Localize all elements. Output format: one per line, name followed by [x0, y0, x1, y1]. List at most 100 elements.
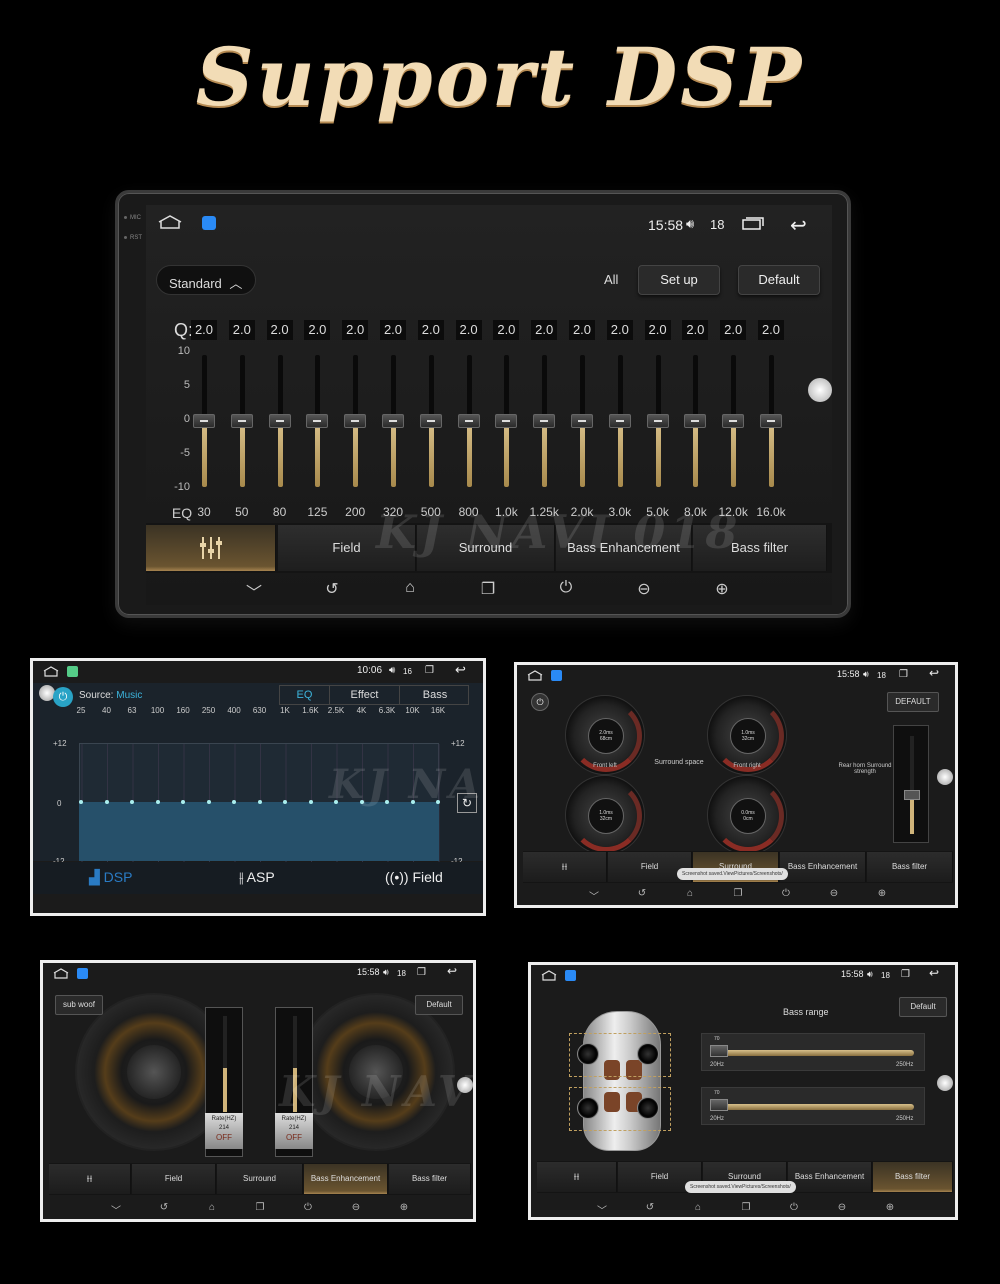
dial-rear-right[interactable]: 0.0ms 0cm: [707, 775, 787, 855]
tab-bass-filter[interactable]: Bass filter: [867, 852, 953, 882]
volume-icon[interactable]: 🔊︎: [383, 967, 389, 978]
floating-ball[interactable]: [808, 378, 832, 402]
eq-point[interactable]: [206, 800, 211, 804]
power-icon[interactable]: ⏻: [53, 687, 73, 707]
back-icon[interactable]: ↺: [643, 1202, 657, 1213]
volume-down-icon[interactable]: ⊖: [349, 1202, 363, 1213]
power-icon[interactable]: ⏻: [787, 1202, 801, 1213]
eq-slider-knob[interactable]: [684, 414, 707, 428]
volume-up-icon[interactable]: ⊕: [883, 1202, 897, 1213]
back-icon[interactable]: ↺: [320, 579, 344, 599]
preset-dropdown[interactable]: Standard ︿: [156, 265, 256, 295]
home-icon[interactable]: [527, 670, 543, 681]
chevron-down-icon[interactable]: ﹀: [587, 888, 601, 903]
eq-slider-knob[interactable]: [419, 414, 442, 428]
recent-apps-icon[interactable]: ❐: [476, 579, 500, 599]
power-icon[interactable]: ⏻: [301, 1202, 315, 1213]
floating-ball[interactable]: [937, 769, 953, 785]
eq-point[interactable]: [283, 800, 287, 804]
volume-icon[interactable]: 🔊︎: [389, 665, 395, 676]
tab-asp[interactable]: ⫲ ASP: [239, 869, 275, 886]
q-value[interactable]: 2.0: [342, 320, 369, 340]
eq-point[interactable]: [308, 800, 313, 804]
q-value[interactable]: 2.0: [228, 320, 255, 340]
chevron-down-icon[interactable]: ﹀: [595, 1202, 609, 1217]
tab-dsp[interactable]: ▟ DSP: [89, 869, 132, 886]
q-value[interactable]: 2.0: [455, 320, 482, 340]
all-label[interactable]: All: [604, 272, 618, 287]
volume-icon[interactable]: 🔊︎: [686, 216, 694, 232]
app-icon[interactable]: [202, 216, 216, 230]
default-button[interactable]: Default: [415, 995, 463, 1015]
q-value[interactable]: 2.0: [644, 320, 671, 340]
home-icon[interactable]: [43, 666, 59, 677]
eq-point[interactable]: [181, 800, 185, 804]
eq-slider-knob[interactable]: [608, 414, 631, 428]
home-icon[interactable]: ⌂: [398, 579, 422, 597]
floating-ball[interactable]: [937, 1075, 953, 1091]
bass-range-slider-2[interactable]: 70 20Hz 250Hz: [701, 1087, 925, 1125]
setup-button[interactable]: Set up: [638, 265, 720, 295]
q-value[interactable]: 2.0: [682, 320, 709, 340]
power-icon[interactable]: ⏻: [779, 888, 793, 899]
recent-apps-icon[interactable]: ❐: [253, 1202, 267, 1213]
back-icon[interactable]: ↩: [447, 964, 457, 978]
power-icon[interactable]: ⏻: [531, 693, 549, 711]
q-value[interactable]: 2.0: [720, 320, 747, 340]
eq-slider-knob[interactable]: [571, 414, 593, 428]
q-value[interactable]: 2.0: [606, 320, 633, 340]
q-value[interactable]: 2.0: [417, 320, 444, 340]
recent-apps-icon[interactable]: ❐: [899, 669, 908, 680]
volume-up-icon[interactable]: ⊕: [875, 888, 889, 899]
volume-up-icon[interactable]: ⊕: [710, 579, 734, 599]
back-icon[interactable]: ↺: [635, 888, 649, 899]
eq-point[interactable]: [232, 800, 236, 804]
app-icon[interactable]: [77, 968, 88, 979]
power-icon[interactable]: ⏻: [554, 579, 578, 597]
q-value[interactable]: 2.0: [191, 320, 217, 340]
eq-point[interactable]: [257, 800, 262, 804]
eq-slider-knob[interactable]: [306, 414, 329, 428]
back-icon[interactable]: ↩: [790, 213, 807, 238]
bass-range-slider-1[interactable]: 70 20Hz 250Hz: [701, 1033, 925, 1071]
tab-eq[interactable]: ⫲⫲: [537, 1162, 617, 1192]
volume-up-icon[interactable]: ⊕: [397, 1202, 411, 1213]
volume-icon[interactable]: 🔊︎: [867, 969, 873, 980]
q-value[interactable]: 2.0: [266, 320, 293, 340]
home-icon[interactable]: ⌂: [205, 1202, 219, 1213]
eq-point[interactable]: [79, 800, 83, 804]
recent-apps-icon[interactable]: ❐: [417, 967, 426, 978]
rate-box-right[interactable]: Rate(HZ) 214 OFF: [275, 1113, 313, 1149]
rate-box-left[interactable]: Rate(HZ) 214 OFF: [205, 1113, 243, 1149]
tab-eq[interactable]: [146, 525, 276, 571]
tab-surround[interactable]: Surround: [217, 1164, 303, 1194]
eq-point[interactable]: [104, 800, 109, 804]
home-icon[interactable]: ⌂: [691, 1202, 705, 1213]
default-button[interactable]: Default: [738, 265, 820, 295]
eq-slider-knob[interactable]: [230, 414, 253, 428]
tab-field[interactable]: Field: [132, 1164, 216, 1194]
home-icon[interactable]: [541, 970, 557, 981]
tab-bass-filter[interactable]: Bass filter: [873, 1162, 953, 1192]
tab-eq[interactable]: ⫲⫲: [49, 1164, 131, 1194]
eq-slider-knob[interactable]: [457, 414, 480, 428]
home-icon[interactable]: ⌂: [683, 888, 697, 899]
q-value[interactable]: 2.0: [493, 320, 520, 340]
rear-horn-slider[interactable]: [893, 725, 929, 843]
back-icon[interactable]: ↩: [455, 662, 466, 678]
tab-effect[interactable]: Effect: [330, 686, 400, 704]
chevron-down-icon[interactable]: ﹀: [242, 579, 266, 603]
back-icon[interactable]: ↺: [157, 1202, 171, 1213]
volume-down-icon[interactable]: ⊖: [827, 888, 841, 899]
tab-bass[interactable]: Bass: [400, 686, 470, 704]
tab-eq[interactable]: EQ: [280, 686, 330, 704]
eq-slider-knob[interactable]: [382, 414, 404, 428]
q-value[interactable]: 2.0: [758, 320, 784, 340]
back-icon[interactable]: ↩: [929, 966, 939, 980]
app-icon[interactable]: [551, 670, 562, 681]
app-icon[interactable]: [565, 970, 576, 981]
q-value[interactable]: 2.0: [304, 320, 331, 340]
eq-slider-knob[interactable]: [495, 414, 518, 428]
eq-slider-knob[interactable]: [268, 414, 291, 428]
recent-apps-icon[interactable]: ❐: [901, 969, 910, 980]
